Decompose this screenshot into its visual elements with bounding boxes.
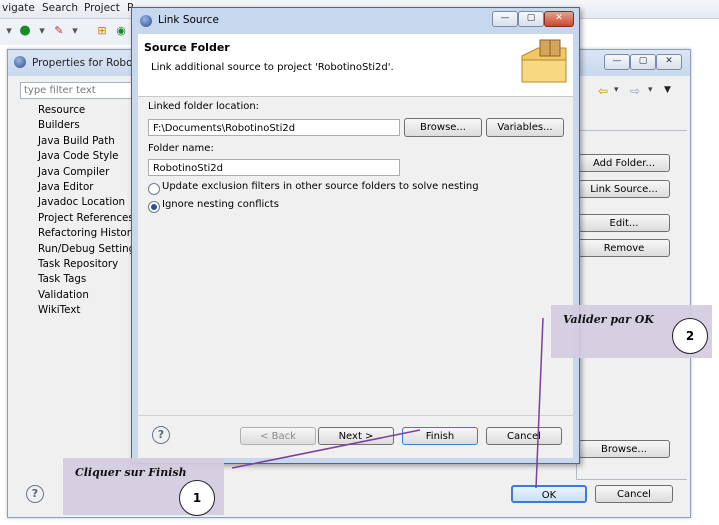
annotation-arrows [231,317,544,489]
finish-arrow-line [231,429,421,469]
ok-arrow-line [535,317,544,489]
